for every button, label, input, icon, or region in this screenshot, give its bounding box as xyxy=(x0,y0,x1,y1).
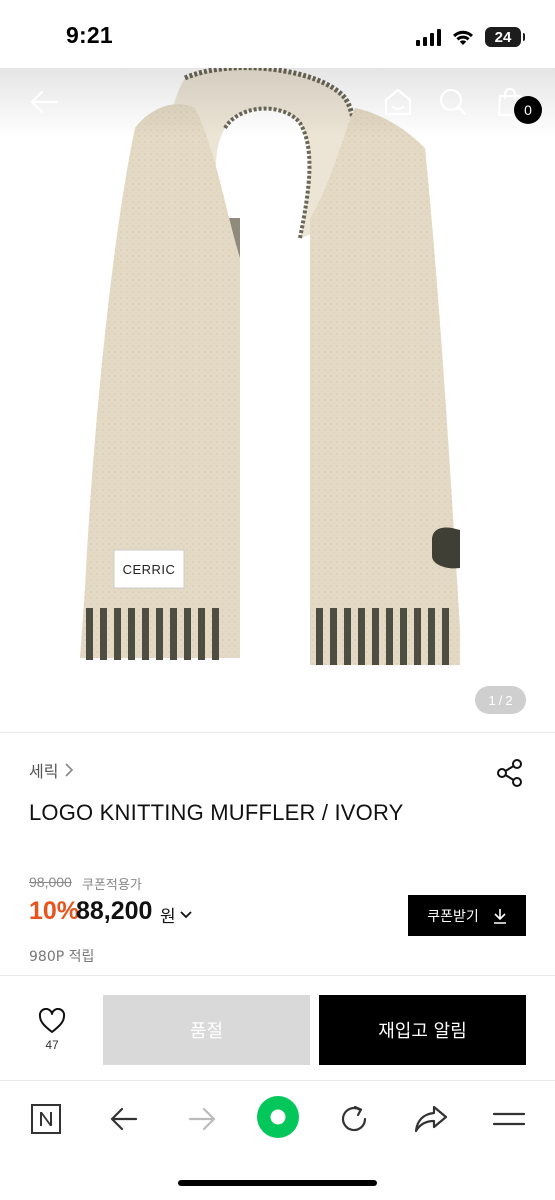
search-button[interactable] xyxy=(435,84,471,120)
status-time: 9:21 xyxy=(66,22,113,48)
back-icon xyxy=(110,1107,138,1131)
cart-count-badge: 0 xyxy=(514,96,542,124)
points-earned: 980P 적립 xyxy=(29,949,95,965)
price-unit: 원 xyxy=(160,907,176,927)
wishlist-button[interactable]: 47 xyxy=(30,1008,74,1064)
home-icon xyxy=(384,88,412,116)
refresh-button[interactable] xyxy=(334,1099,374,1139)
product-header xyxy=(0,68,555,138)
naver-n-icon xyxy=(31,1104,61,1134)
coupon-button-label: 쿠폰받기 xyxy=(427,908,479,925)
browser-menu-button[interactable] xyxy=(489,1099,529,1139)
brand-label-patch: CERRIC xyxy=(122,561,176,577)
green-dot-button[interactable] xyxy=(255,1094,301,1140)
home-indicator xyxy=(178,1180,377,1186)
naver-home-button[interactable] xyxy=(26,1099,66,1139)
status-icons: 24 xyxy=(416,24,525,50)
wishlist-count: 47 xyxy=(45,1038,59,1052)
heart-icon xyxy=(38,1008,66,1033)
restock-alert-button[interactable]: 재입고 알림 xyxy=(319,995,526,1065)
sale-price: 88,200 xyxy=(76,897,153,925)
home-button[interactable] xyxy=(380,84,416,120)
battery-icon: 24 xyxy=(485,27,525,47)
product-title: LOGO KNITTING MUFFLER / IVORY xyxy=(29,800,404,825)
search-icon xyxy=(439,88,467,116)
menu-icon xyxy=(493,1112,525,1126)
chevron-right-icon xyxy=(65,763,74,777)
chevron-down-icon xyxy=(180,910,192,918)
product-photo xyxy=(80,68,460,665)
price-detail-toggle[interactable]: 원 xyxy=(160,902,192,927)
coupon-download-button[interactable]: 쿠폰받기 xyxy=(408,895,526,936)
product-image-gallery[interactable]: CERRIC 0 1 / 2 xyxy=(0,68,555,732)
image-counter-total: 2 xyxy=(505,692,513,708)
refresh-icon xyxy=(341,1105,367,1132)
signal-icon xyxy=(416,28,441,46)
browser-back-button[interactable] xyxy=(104,1099,144,1139)
image-counter-separator: / xyxy=(498,692,503,708)
original-price: 98,000 xyxy=(29,874,72,890)
image-counter-current: 1 xyxy=(488,692,496,708)
image-counter: 1 / 2 xyxy=(475,686,526,714)
back-arrow-icon xyxy=(30,90,59,114)
status-bar: 9:21 24 xyxy=(0,0,555,68)
forward-icon xyxy=(188,1107,216,1131)
coupon-price-label: 쿠폰적용가 xyxy=(82,878,142,893)
brand-link[interactable]: 세릭 xyxy=(29,758,74,782)
back-button[interactable] xyxy=(26,84,62,120)
download-icon xyxy=(493,908,506,924)
share-nodes-icon xyxy=(497,759,522,787)
discount-rate: 10% xyxy=(29,897,80,925)
wifi-icon xyxy=(453,30,473,45)
brand-name: 세릭 xyxy=(29,762,59,781)
browser-forward-button[interactable] xyxy=(182,1099,222,1139)
purchase-action-bar: 47 품절 재입고 알림 xyxy=(0,976,555,1081)
soldout-button[interactable]: 품절 xyxy=(103,995,310,1065)
divider xyxy=(0,732,555,733)
browser-share-button[interactable] xyxy=(411,1099,451,1139)
share-button[interactable] xyxy=(494,757,526,789)
green-dot-icon xyxy=(257,1096,299,1138)
share-icon xyxy=(414,1105,448,1133)
